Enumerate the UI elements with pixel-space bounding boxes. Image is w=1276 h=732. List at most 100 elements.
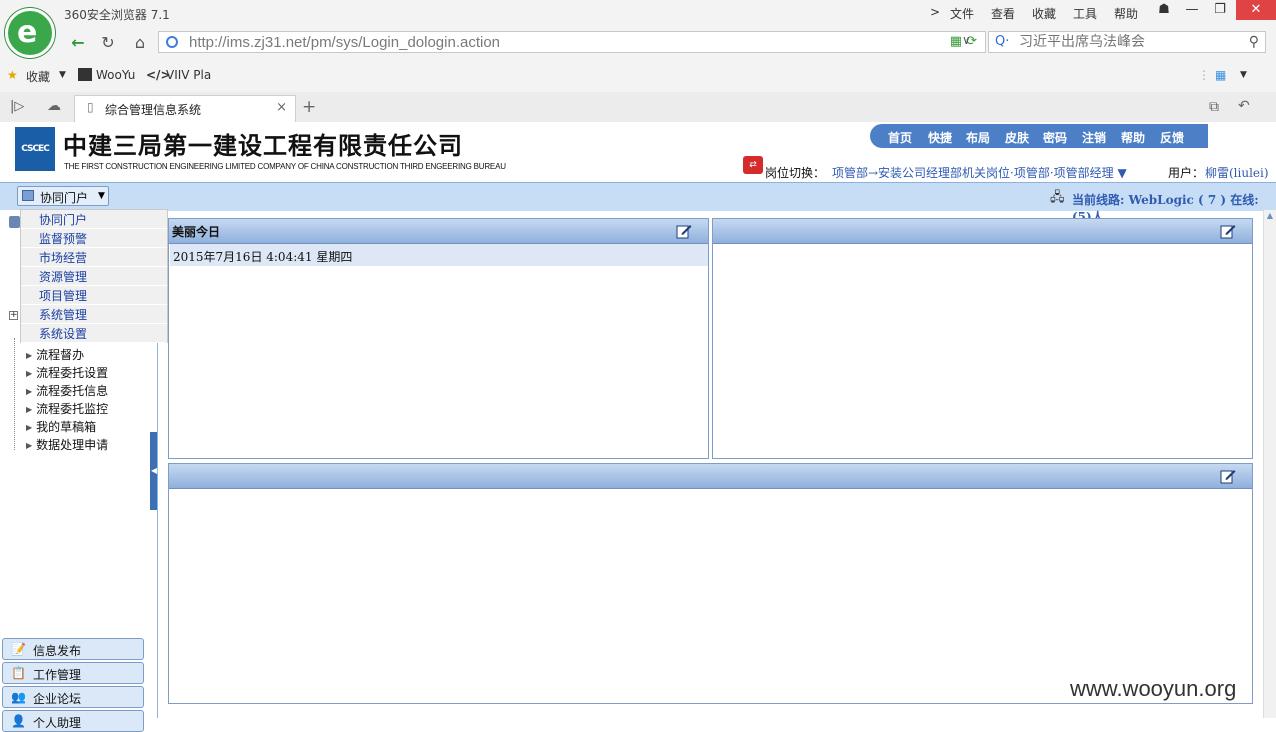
portal-dropdown-menu: 协同门户 监督预警 市场经营 资源管理 项目管理 系统管理 系统设置 xyxy=(20,209,168,343)
browser-logo-icon[interactable]: e xyxy=(5,8,55,58)
search-icon[interactable]: ⚲ xyxy=(1249,34,1259,50)
browser-app-title: 360安全浏览器 7.1 xyxy=(64,8,170,22)
page-icon: ▯ xyxy=(87,100,94,114)
sidebar-toggle-icon[interactable]: |▷ xyxy=(10,99,24,114)
menu-tools[interactable]: 工具 xyxy=(1073,5,1097,22)
dd-item-market[interactable]: 市场经营 xyxy=(21,248,167,267)
watermark: www.wooyun.org xyxy=(1070,676,1237,701)
tree-item-data-request[interactable]: ▶ 数据处理申请 xyxy=(26,436,108,453)
back-icon[interactable]: ← xyxy=(66,33,90,53)
more-dots-icon[interactable]: ⋮ xyxy=(1198,68,1210,82)
tree-item-delegate-monitor[interactable]: ▶ 流程委托监控 xyxy=(26,400,108,417)
edit-icon[interactable] xyxy=(676,223,692,239)
portal-menu-button[interactable]: 协同门户 ▼ xyxy=(17,186,109,206)
nav-shortcut[interactable]: 快捷 xyxy=(928,129,952,146)
role-switch-icon[interactable]: ⇄ xyxy=(743,156,763,174)
wooyu-favicon-icon xyxy=(78,68,92,81)
tree-item-flow-supervise[interactable]: ▶ 流程督办 xyxy=(26,346,84,363)
chevron-down-icon: ▼ xyxy=(98,191,105,201)
dd-item-resource[interactable]: 资源管理 xyxy=(21,267,167,286)
dd-item-system-settings[interactable]: 系统设置 xyxy=(21,324,167,343)
clipboard-icon: 📋 xyxy=(11,666,26,680)
bookmark-favorites[interactable]: 收藏 xyxy=(26,68,50,85)
menu-help[interactable]: 帮助 xyxy=(1114,5,1138,22)
tree-item-drafts[interactable]: ▶ 我的草稿箱 xyxy=(26,418,96,435)
today-row: 2015年7月16日 4:04:41 星期四 xyxy=(170,244,708,266)
tree-root-icon xyxy=(9,216,20,228)
portal-icon xyxy=(22,190,34,201)
sidebar-btn-info-publish[interactable]: 📝 信息发布 xyxy=(2,638,144,660)
search-input[interactable] xyxy=(1019,33,1239,51)
home-icon[interactable]: ⌂ xyxy=(128,33,152,53)
menu-view[interactable]: 查看 xyxy=(991,5,1015,22)
panel-right-header xyxy=(713,219,1252,244)
panel-today-header: 美丽今日 xyxy=(169,219,708,244)
menu-favorites[interactable]: 收藏 xyxy=(1032,5,1056,22)
menu-file[interactable]: 文件 xyxy=(950,5,974,22)
tab-active[interactable]: ▯ 综合管理信息系统 × xyxy=(74,95,296,122)
favorites-dropdown-icon[interactable]: ▼ xyxy=(59,70,66,80)
role-switch-select[interactable]: 项管部→安装公司经理部机关岗位·项管部·项管部经理 ▼ xyxy=(832,164,1127,181)
tab-title: 综合管理信息系统 xyxy=(105,103,202,117)
tree-expand-icon[interactable]: + xyxy=(9,311,18,320)
dd-item-project[interactable]: 项目管理 xyxy=(21,286,167,305)
portal-label: 协同门户 xyxy=(40,191,89,205)
sidebar-btn-assistant[interactable]: 👤 个人助理 xyxy=(2,710,144,732)
panel-today-title: 美丽今日 xyxy=(172,225,221,239)
company-name-english: THE FIRST CONSTRUCTION ENGINEERING LIMIT… xyxy=(64,162,506,171)
refresh-icon[interactable]: ↻ xyxy=(96,33,120,53)
nav-layout[interactable]: 布局 xyxy=(966,129,990,146)
nav-logout[interactable]: 注销 xyxy=(1082,129,1106,146)
search-engine-icon[interactable]: Q· xyxy=(995,34,1009,49)
user-label: 用户： xyxy=(1168,166,1205,180)
people-icon: 👥 xyxy=(11,690,26,704)
user-name-link[interactable]: 柳雷(liulei) xyxy=(1205,164,1269,181)
search-box[interactable]: Q· ⚲ xyxy=(988,31,1266,53)
minimize-button[interactable]: — xyxy=(1178,0,1206,20)
tab-close-icon[interactable]: × xyxy=(276,100,287,115)
dd-item-portal[interactable]: 协同门户 xyxy=(21,210,167,229)
menu-chevron-icon[interactable]: > xyxy=(930,5,940,19)
site-info-icon[interactable] xyxy=(166,36,178,48)
panel-bottom xyxy=(168,463,1253,704)
dd-item-supervise-warning[interactable]: 监督预警 xyxy=(21,229,167,248)
dd-item-system-manage[interactable]: 系统管理 xyxy=(21,305,167,324)
edit-icon[interactable] xyxy=(1220,223,1236,239)
pencil-icon: 📝 xyxy=(11,642,26,656)
star-icon[interactable]: ★ xyxy=(7,68,18,82)
tree-connector xyxy=(14,338,15,450)
nav-skin[interactable]: 皮肤 xyxy=(1005,129,1029,146)
cloud-icon[interactable]: ☁ xyxy=(47,98,61,114)
apps-grid-icon[interactable]: ▦ xyxy=(1215,68,1226,82)
sidebar-collapse-handle[interactable]: ◀ xyxy=(150,432,157,510)
edit-icon[interactable] xyxy=(1220,468,1236,484)
top-navigation: 首页 快捷 布局 皮肤 密码 注销 帮助 反馈 xyxy=(870,124,1208,148)
url-dropdown-icon[interactable]: ∨ xyxy=(962,33,971,47)
apps-dropdown-icon[interactable]: ▼ xyxy=(1240,70,1247,80)
page-scrollbar[interactable]: ▲ xyxy=(1263,210,1276,718)
nav-help[interactable]: 帮助 xyxy=(1121,129,1145,146)
undo-close-icon[interactable]: ↶ xyxy=(1238,98,1250,114)
scroll-up-icon[interactable]: ▲ xyxy=(1265,211,1275,221)
nav-password[interactable]: 密码 xyxy=(1043,129,1067,146)
bookmark-wooyu[interactable]: WooYu xyxy=(96,68,135,82)
nav-home[interactable]: 首页 xyxy=(888,129,912,146)
role-switch-label: 岗位切换： xyxy=(765,166,826,180)
url-field[interactable]: http://ims.zj31.net/pm/sys/Login_dologin… xyxy=(158,31,986,53)
new-tab-icon[interactable]: + xyxy=(302,97,316,117)
url-text[interactable]: http://ims.zj31.net/pm/sys/Login_dologin… xyxy=(189,34,500,51)
sidebar-btn-work-manage[interactable]: 📋 工作管理 xyxy=(2,662,144,684)
panel-bottom-header xyxy=(169,464,1252,489)
tree-item-delegate-settings[interactable]: ▶ 流程委托设置 xyxy=(26,364,108,381)
tree-item-delegate-info[interactable]: ▶ 流程委托信息 xyxy=(26,382,108,399)
panel-right xyxy=(712,218,1253,459)
sidebar-btn-forum[interactable]: 👥 企业论坛 xyxy=(2,686,144,708)
skin-button[interactable]: ☗ xyxy=(1150,0,1178,20)
maximize-button[interactable]: ❐ xyxy=(1206,0,1234,20)
bookmark-viiv[interactable]: VIIV Pla xyxy=(166,68,211,82)
close-window-button[interactable]: ✕ xyxy=(1236,0,1276,20)
nav-feedback[interactable]: 反馈 xyxy=(1160,129,1184,146)
server-icon: 🖧 xyxy=(1050,190,1065,205)
restore-tabs-icon[interactable]: ⧉ xyxy=(1209,99,1219,115)
company-name: 中建三局第一建设工程有限责任公司 xyxy=(63,132,463,160)
